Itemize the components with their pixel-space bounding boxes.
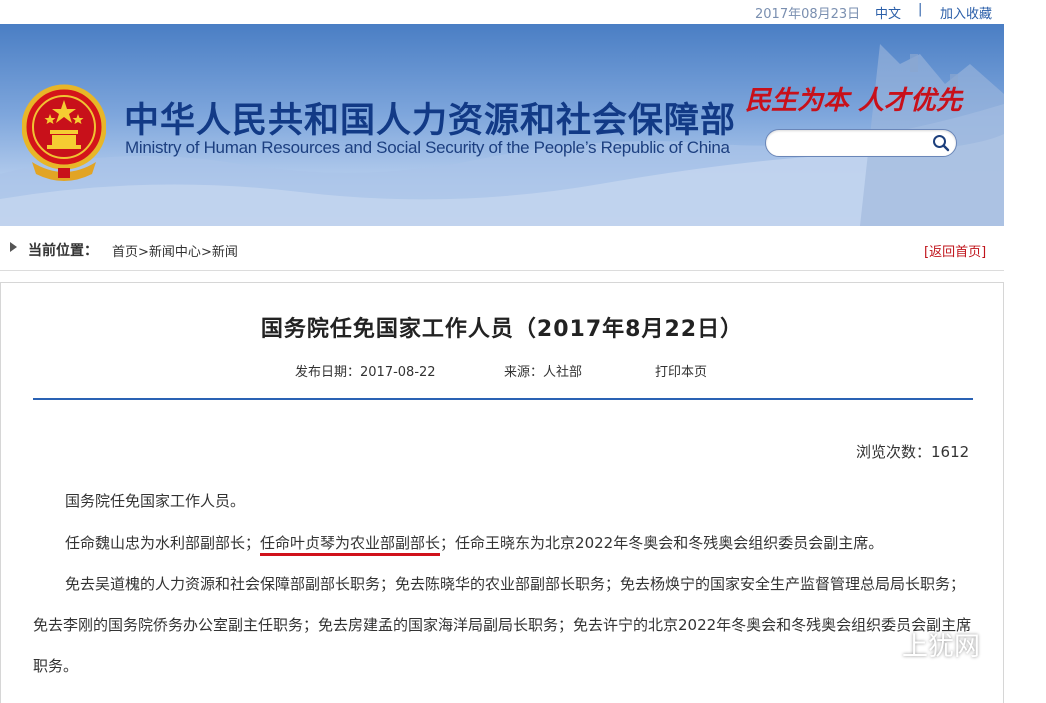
- breadcrumb: 首页>新闻中心>新闻: [112, 241, 238, 260]
- top-utility-bar: 2017年08月23日 中文 | 加入收藏: [0, 0, 1004, 24]
- breadcrumb-separator: >: [200, 245, 212, 260]
- breadcrumb-news-center-link[interactable]: 新闻中心: [149, 245, 201, 260]
- breadcrumb-label: 当前位置：: [28, 243, 98, 259]
- article-paragraph-1: 国务院任免国家工作人员。: [65, 492, 246, 510]
- search-icon[interactable]: [932, 134, 950, 152]
- language-link-chinese[interactable]: 中文: [875, 3, 901, 22]
- publish-date: 发布日期：2017-08-22: [295, 365, 436, 380]
- add-favorite-link[interactable]: 加入收藏: [940, 3, 992, 22]
- breadcrumb-bar: 当前位置： 首页>新闻中心>新闻 [返回首页]: [0, 226, 1004, 271]
- article-title: 国务院任免国家工作人员（2017年8月22日）: [260, 317, 744, 342]
- triangle-right-icon: [10, 242, 17, 252]
- article-source: 来源：人社部: [504, 365, 583, 380]
- view-count: 浏览次数：1612: [856, 443, 970, 461]
- article-container: 国务院任免国家工作人员（2017年8月22日） 发布日期：2017-08-22 …: [0, 282, 1004, 703]
- topbar-separator: |: [918, 2, 923, 17]
- header-banner: 中华人民共和国人力资源和社会保障部 Ministry of Human Reso…: [0, 24, 1004, 226]
- search-box: [765, 129, 957, 157]
- ministry-title-chinese: 中华人民共和国人力资源和社会保障部: [124, 101, 737, 141]
- ministry-title-english: Ministry of Human Resources and Social S…: [125, 138, 730, 157]
- breadcrumb-news-link[interactable]: 新闻: [212, 245, 238, 260]
- article-paragraph-2: 任命魏山忠为水利部副部长；任命叶贞琴为农业部副部长；任命王晓东为北京2022年冬…: [33, 523, 973, 564]
- watermark: 上犹网: [868, 626, 980, 663]
- wechat-icon: [868, 636, 897, 658]
- current-date: 2017年08月23日: [755, 7, 861, 22]
- back-home-link[interactable]: [返回首页]: [924, 241, 986, 260]
- print-page-link[interactable]: 打印本页: [655, 361, 707, 380]
- title-divider: [33, 398, 973, 400]
- appointment-text: ；任命王晓东为北京2022年冬奥会和冬残奥会组织委员会副主席。: [440, 534, 884, 552]
- breadcrumb-home-link[interactable]: 首页: [112, 245, 138, 260]
- appointment-text: 任命魏山忠为水利部副部长；: [65, 534, 261, 552]
- watermark-text: 上犹网: [902, 632, 981, 662]
- article-paragraph-3: 免去吴道槐的人力资源和社会保障部副部长职务；免去陈晓华的农业部副部长职务；免去杨…: [33, 575, 972, 675]
- highlighted-appointment: 任命叶贞琴为农业部副部长: [260, 534, 441, 556]
- search-input[interactable]: [776, 134, 930, 154]
- breadcrumb-separator: >: [138, 245, 149, 260]
- national-emblem-icon: [22, 84, 106, 181]
- slogan: 民生为本 人才优先: [745, 86, 963, 116]
